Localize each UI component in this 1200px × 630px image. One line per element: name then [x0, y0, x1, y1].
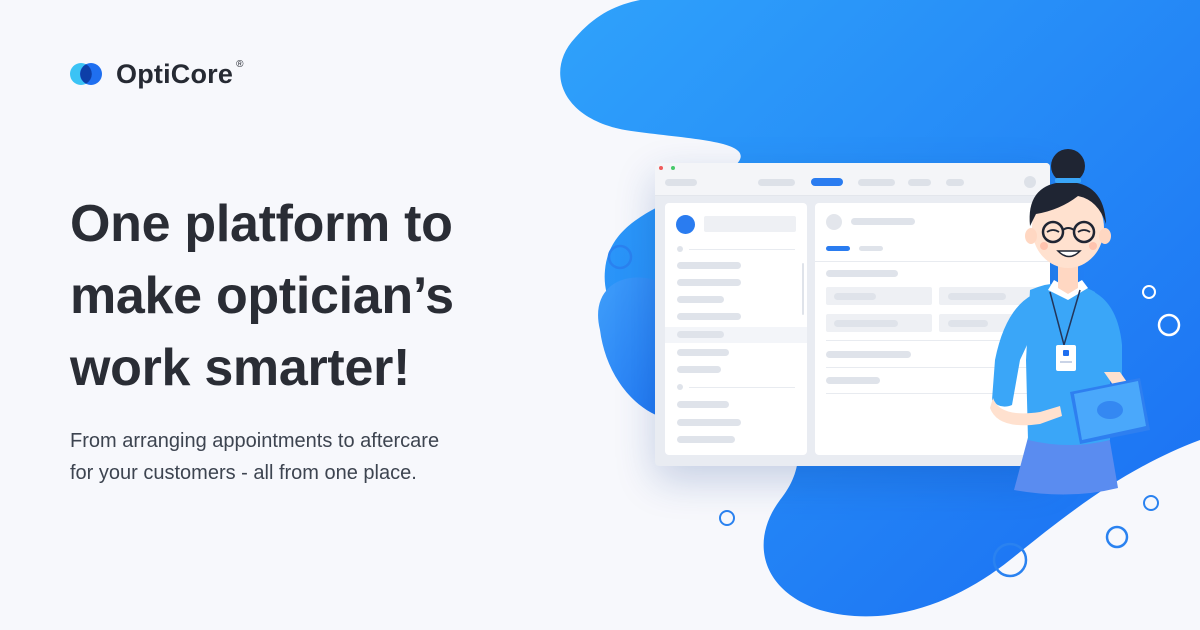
id-badge-icon	[1056, 345, 1076, 371]
hero-banner: OptiCore ® One platform to make optician…	[0, 0, 1200, 630]
optician-character	[990, 149, 1150, 495]
